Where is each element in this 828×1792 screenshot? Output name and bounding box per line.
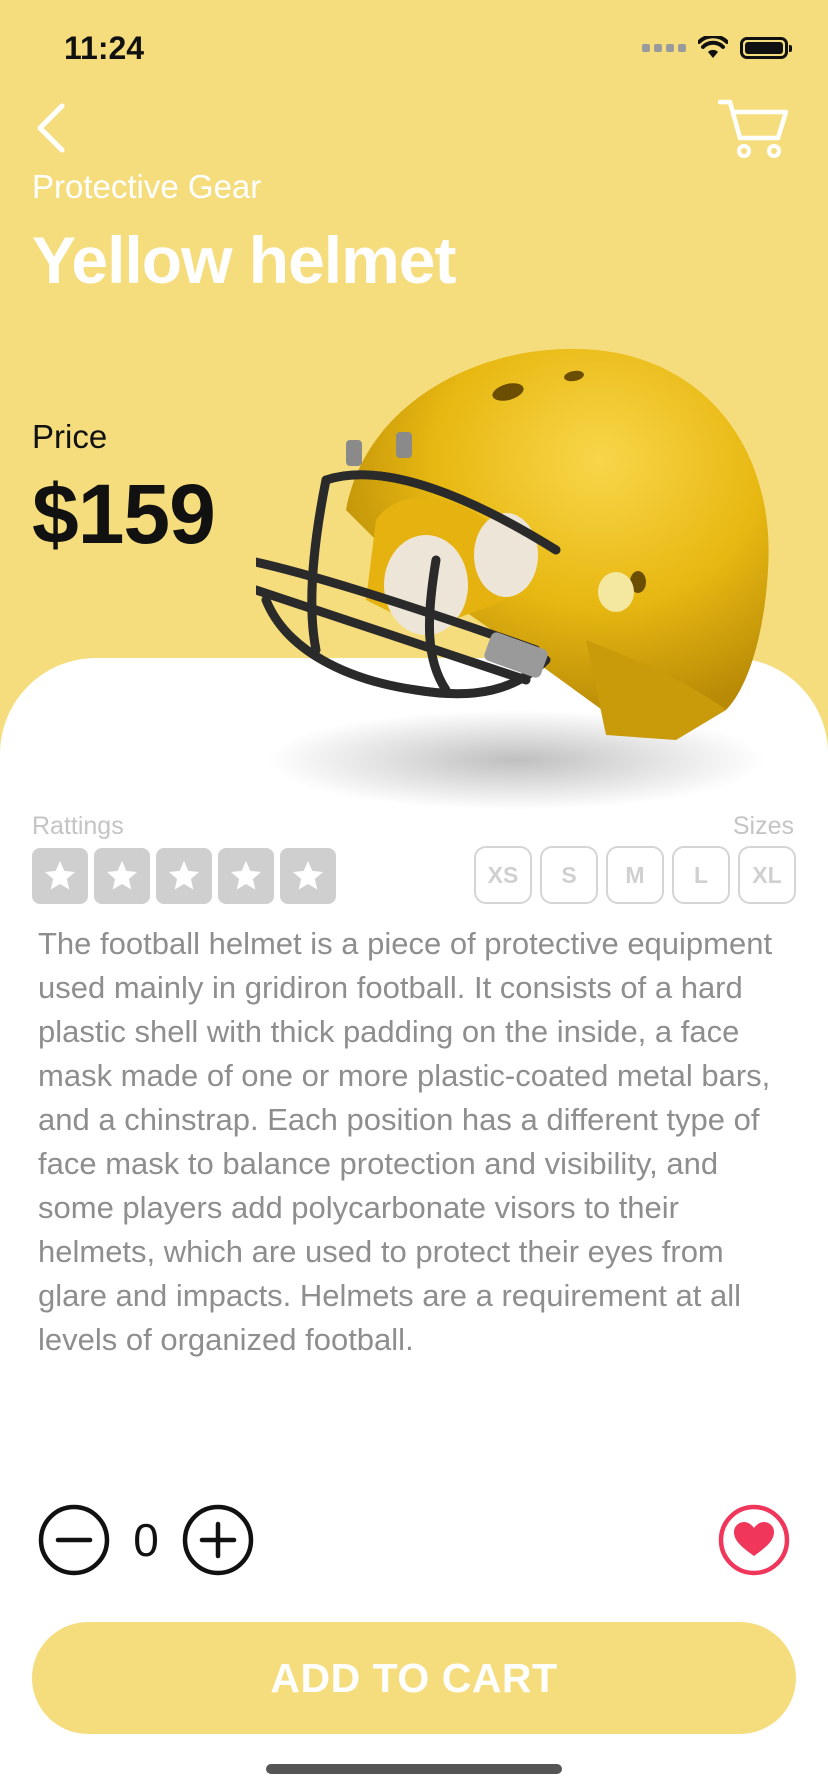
star-icon[interactable] bbox=[32, 848, 88, 904]
rating-stars bbox=[32, 848, 336, 904]
status-icons bbox=[642, 36, 792, 60]
size-option-xl[interactable]: XL bbox=[738, 846, 796, 904]
product-category: Protective Gear bbox=[32, 168, 262, 205]
decrement-button[interactable] bbox=[38, 1504, 110, 1576]
quantity-value: 0 bbox=[133, 1514, 159, 1566]
product-description: The football helmet is a piece of protec… bbox=[38, 926, 773, 1357]
increment-button[interactable] bbox=[182, 1504, 254, 1576]
price-label: Price bbox=[32, 418, 108, 455]
heart-icon bbox=[734, 1522, 774, 1556]
product-title: Yellow helmet bbox=[32, 223, 456, 297]
cellular-signal-icon bbox=[642, 44, 686, 52]
star-icon[interactable] bbox=[94, 848, 150, 904]
add-to-cart-button[interactable]: ADD TO CART bbox=[32, 1622, 796, 1734]
battery-icon bbox=[740, 37, 792, 59]
ratings-label: Rattings bbox=[32, 812, 124, 840]
size-selector: XS S M L XL bbox=[474, 846, 796, 904]
helmet-image bbox=[256, 348, 769, 810]
wifi-icon bbox=[698, 36, 728, 58]
size-option-s[interactable]: S bbox=[540, 846, 598, 904]
star-icon[interactable] bbox=[280, 848, 336, 904]
quantity-stepper: 0 bbox=[38, 1504, 254, 1576]
size-option-m[interactable]: M bbox=[606, 846, 664, 904]
home-indicator bbox=[266, 1764, 562, 1774]
sizes-label: Sizes bbox=[732, 812, 794, 840]
status-time: 11:24 bbox=[64, 30, 145, 66]
star-icon[interactable] bbox=[156, 848, 212, 904]
product-detail-screen: 11:24 Protective Gear Yellow helmet Pric… bbox=[0, 0, 828, 1792]
star-icon[interactable] bbox=[218, 848, 274, 904]
size-option-xs[interactable]: XS bbox=[474, 846, 532, 904]
back-button[interactable] bbox=[28, 98, 76, 158]
cart-button[interactable] bbox=[718, 96, 790, 160]
favorite-button[interactable] bbox=[718, 1504, 790, 1576]
size-option-l[interactable]: L bbox=[672, 846, 730, 904]
price-value: $159 bbox=[32, 467, 216, 561]
